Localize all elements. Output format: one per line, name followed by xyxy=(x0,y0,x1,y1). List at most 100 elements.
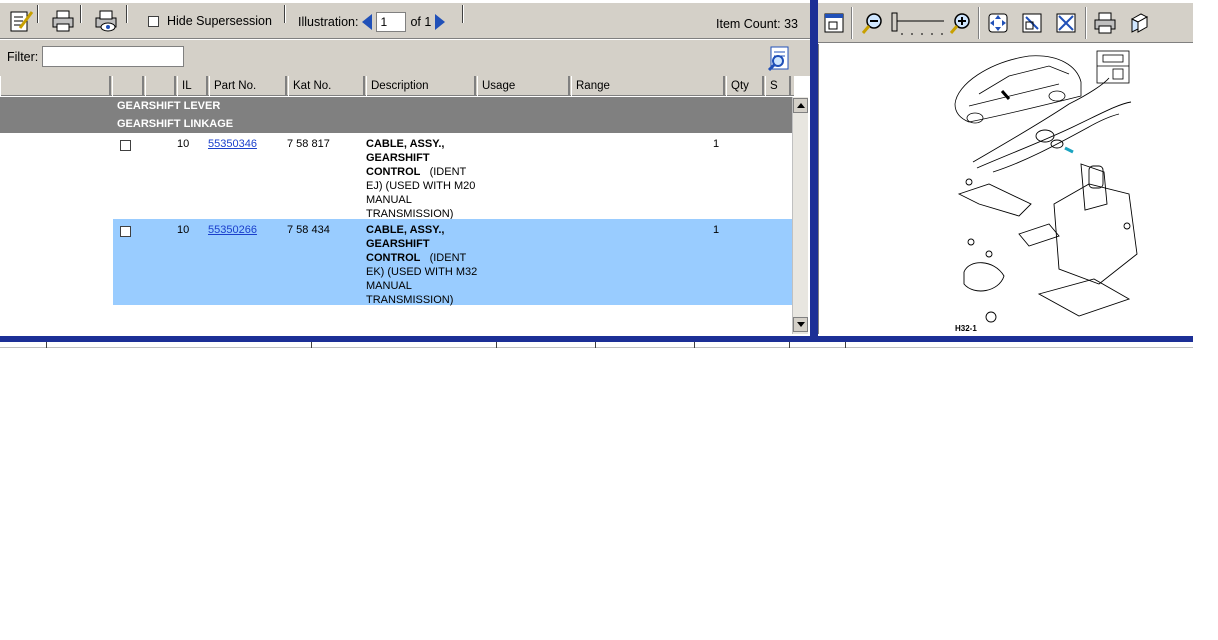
export-illustration-button[interactable] xyxy=(1125,9,1153,37)
zoom-slider[interactable] xyxy=(888,11,946,35)
fit-to-window-button[interactable] xyxy=(984,9,1012,37)
hide-supersession-option[interactable]: Hide Supersession xyxy=(148,14,272,28)
zoom-out-button[interactable] xyxy=(858,9,886,37)
description-line: CABLE, ASSY., xyxy=(366,224,445,236)
filter-label: Filter: xyxy=(7,50,39,64)
fit-page-button[interactable] xyxy=(820,9,848,37)
description-line: EJ) (USED WITH M20 xyxy=(366,180,476,192)
toolbar-separator xyxy=(978,7,980,39)
window-icon xyxy=(824,13,844,33)
column-header-kat-no[interactable]: Kat No. xyxy=(288,76,365,96)
item-count: Item Count: 33 xyxy=(716,17,798,31)
table-row[interactable]: 10 55350346 7 58 817 CABLE, ASSY., GEARS… xyxy=(0,133,794,221)
toolbar-separator xyxy=(80,5,82,23)
description-ident: (IDENT xyxy=(429,166,467,178)
row-il: 10 xyxy=(177,138,190,150)
pane-splitter[interactable] xyxy=(810,0,818,336)
row-qty: 1 xyxy=(713,224,720,236)
part-number-link[interactable]: 55350266 xyxy=(208,223,257,237)
prev-illustration-icon[interactable] xyxy=(362,14,373,30)
description-line: CONTROL xyxy=(366,166,421,178)
row-select-checkbox[interactable] xyxy=(120,225,131,237)
expand-arrows-icon xyxy=(988,13,1008,33)
illustration-label: Illustration: xyxy=(298,15,359,29)
printer-icon xyxy=(1094,12,1116,34)
illustration-toolbar xyxy=(818,3,1193,43)
edit-notes-button[interactable] xyxy=(6,7,36,35)
zoom-out-icon xyxy=(861,13,882,34)
filter-search-button[interactable] xyxy=(765,44,793,72)
row-checkbox-cell xyxy=(120,223,131,237)
row-il: 10 xyxy=(177,224,190,236)
toolbar-separator xyxy=(462,5,464,23)
parts-toolbar: Hide Supersession Illustration: of 1 Ite… xyxy=(0,3,810,39)
scroll-down-button[interactable] xyxy=(793,317,808,332)
column-header-row: IL Part No. Kat No. Description Usage Ra… xyxy=(0,76,794,96)
next-illustration-icon[interactable] xyxy=(435,14,446,30)
column-header-qty[interactable]: Qty xyxy=(726,76,764,96)
filter-input[interactable] xyxy=(42,46,184,67)
description-line: MANUAL xyxy=(366,280,412,292)
grid-vertical-scrollbar[interactable] xyxy=(792,97,808,334)
zoom-in-icon xyxy=(949,13,970,34)
illustration-number-input[interactable] xyxy=(376,12,407,32)
description-line: CABLE, ASSY., xyxy=(366,138,445,150)
column-header-usage[interactable]: Usage xyxy=(477,76,570,96)
column-tick xyxy=(789,342,790,348)
print-preview-button[interactable] xyxy=(91,7,121,35)
column-tick xyxy=(311,342,312,348)
illustration-caption: H32-1 xyxy=(955,324,977,333)
column-header-s[interactable]: S xyxy=(765,76,791,96)
zoom-in-button[interactable] xyxy=(946,9,974,37)
zoom-area-icon xyxy=(1022,13,1042,33)
search-document-icon xyxy=(767,46,789,72)
scroll-up-button[interactable] xyxy=(793,98,808,113)
table-row-selected[interactable]: 10 55350266 7 58 434 CABLE, ASSY., GEARS… xyxy=(0,219,794,307)
column-tick xyxy=(694,342,695,348)
group-row-gearshift-lever[interactable]: GEARSHIFT LEVER xyxy=(0,97,794,115)
parts-grid: GEARSHIFT LEVER GEARSHIFT LINKAGE 10 553… xyxy=(0,97,794,334)
column-header-il[interactable]: IL xyxy=(177,76,208,96)
illustration-total: of 1 xyxy=(410,15,432,29)
row-description: CABLE, ASSY., GEARSHIFT CONTROL (IDENT E… xyxy=(366,137,478,221)
row-select-checkbox[interactable] xyxy=(120,139,131,151)
column-tick xyxy=(595,342,596,348)
column-tick xyxy=(46,342,47,348)
description-ident: (IDENT xyxy=(429,252,467,264)
bottom-column-strip xyxy=(0,342,1193,348)
row-qty: 1 xyxy=(713,138,720,150)
description-line: GEARSHIFT xyxy=(366,152,430,164)
row-description: CABLE, ASSY., GEARSHIFT CONTROL (IDENT E… xyxy=(366,223,478,307)
print-preview-icon xyxy=(95,10,117,32)
reset-zoom-button[interactable] xyxy=(1052,9,1080,37)
toolbar-separator xyxy=(37,5,39,23)
column-tick xyxy=(496,342,497,348)
document-export-icon xyxy=(1130,13,1149,33)
arrow-down-icon xyxy=(796,322,805,327)
description-line: CONTROL xyxy=(366,252,421,264)
print-illustration-button[interactable] xyxy=(1091,9,1119,37)
exploded-diagram-icon: H32-1 xyxy=(954,50,1138,333)
filter-bar: Filter: xyxy=(0,40,810,76)
column-header-blank[interactable] xyxy=(112,76,144,96)
toolbar-separator xyxy=(851,7,853,39)
description-line: GEARSHIFT xyxy=(366,238,430,250)
parts-illustration[interactable]: H32-1 xyxy=(818,44,1193,334)
description-line: TRANSMISSION) xyxy=(366,294,454,306)
toolbar-separator xyxy=(284,5,286,23)
column-header-blank[interactable] xyxy=(0,76,111,96)
print-button[interactable] xyxy=(48,7,78,35)
column-header-part-no[interactable]: Part No. xyxy=(209,76,287,96)
column-header-description[interactable]: Description xyxy=(366,76,476,96)
group-row-gearshift-linkage[interactable]: GEARSHIFT LINKAGE xyxy=(0,115,794,133)
zoom-area-button[interactable] xyxy=(1018,9,1046,37)
column-header-blank[interactable] xyxy=(145,76,176,96)
illustration-navigator: Illustration: of 1 xyxy=(298,12,446,32)
arrow-up-icon xyxy=(796,103,805,108)
reset-view-icon xyxy=(1056,13,1076,33)
column-tick xyxy=(845,342,846,348)
printer-icon xyxy=(52,10,74,32)
column-header-range[interactable]: Range xyxy=(571,76,725,96)
part-number-link[interactable]: 55350346 xyxy=(208,137,257,151)
hide-supersession-checkbox[interactable] xyxy=(148,15,159,27)
